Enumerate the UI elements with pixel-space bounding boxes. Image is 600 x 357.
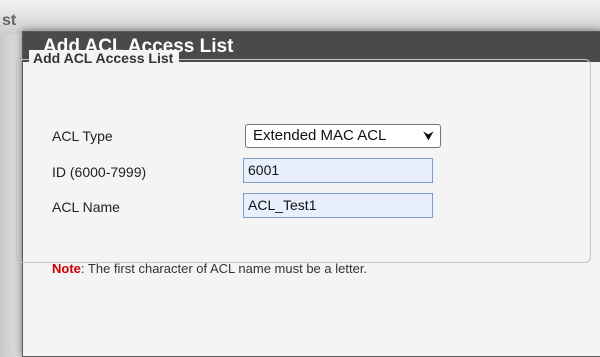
acl-name-input[interactable]: ACL_Test1: [243, 193, 433, 218]
acl-type-value: Extended MAC ACL: [253, 127, 387, 144]
id-input[interactable]: 6001: [243, 158, 433, 183]
note-text: The first character of ACL name must be …: [84, 261, 368, 276]
acl-name-label: ACL Name: [52, 199, 120, 215]
note-tag: Note: [52, 261, 81, 276]
background-header: st: [0, 0, 600, 34]
acl-type-select[interactable]: Extended MAC ACL ⮟: [245, 124, 441, 148]
chevron-down-icon: ⮟: [422, 128, 434, 143]
id-label: ID (6000-7999): [52, 164, 147, 180]
acl-type-label: ACL Type: [52, 128, 113, 144]
acl-note: Note: The first character of ACL name mu…: [52, 261, 367, 276]
section-title: Add ACL Access List: [29, 50, 180, 66]
background-title: st: [2, 12, 17, 29]
